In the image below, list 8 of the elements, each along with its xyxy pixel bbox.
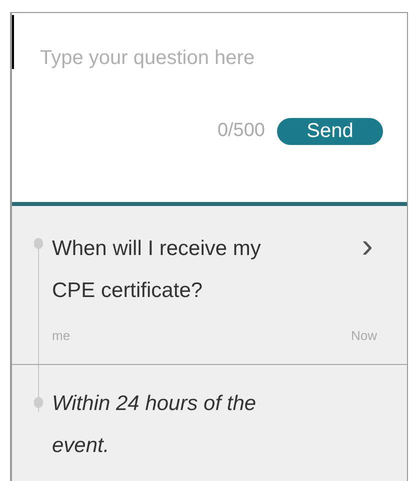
- timestamp: Now: [350, 327, 377, 345]
- send-button[interactable]: Send: [277, 118, 383, 145]
- question-text: When will I receive my CPE certificate?: [52, 236, 262, 304]
- character-counter: 0/500: [217, 119, 265, 143]
- chevron-icon[interactable]: ›: [362, 228, 373, 264]
- question-input[interactable]: Type your question here: [40, 43, 387, 83]
- answer-text: Within 24 hours of the event.: [52, 390, 258, 458]
- author-label: me: [52, 327, 70, 345]
